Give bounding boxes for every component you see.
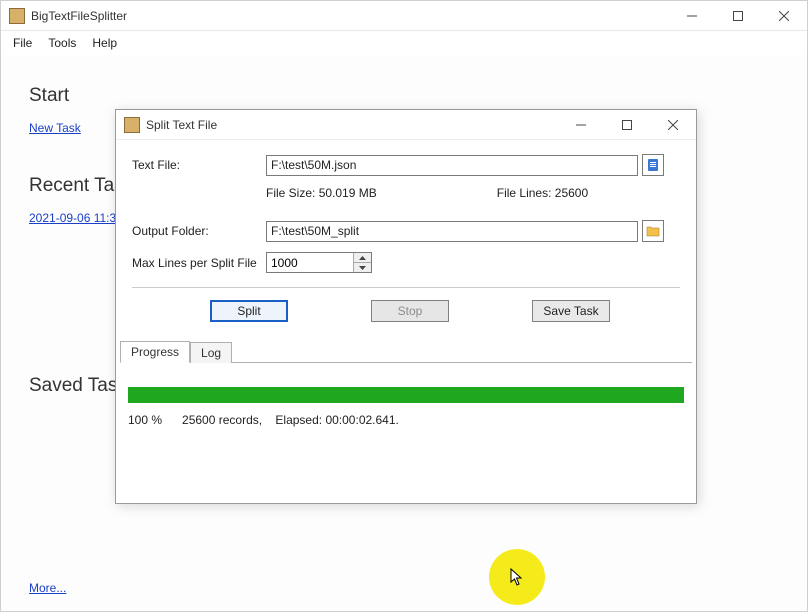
close-icon	[668, 120, 678, 130]
dialog-maximize-button[interactable]	[604, 110, 650, 140]
button-row: Split Stop Save Task	[132, 300, 680, 330]
file-size-info: File Size: 50.019 MB	[266, 186, 377, 200]
progress-status: 100 % 25600 records, Elapsed: 00:00:02.6…	[128, 413, 684, 427]
tab-area: Progress Log 100 % 25600 records, Elapse…	[116, 340, 696, 503]
text-file-row: Text File:	[132, 154, 680, 176]
split-dialog: Split Text File Text File:	[115, 109, 697, 504]
folder-icon	[646, 225, 660, 237]
dialog-title: Split Text File	[146, 118, 217, 132]
close-icon	[779, 11, 789, 21]
menu-file[interactable]: File	[5, 34, 40, 52]
file-lines-info: File Lines: 25600	[497, 186, 588, 200]
dialog-close-button[interactable]	[650, 110, 696, 140]
output-folder-input[interactable]	[266, 221, 638, 242]
dialog-minimize-button[interactable]	[558, 110, 604, 140]
maximize-icon	[733, 11, 743, 21]
menu-tools[interactable]: Tools	[40, 34, 84, 52]
tab-content-progress: 100 % 25600 records, Elapsed: 00:00:02.6…	[120, 362, 692, 493]
spinner-buttons	[353, 253, 371, 272]
dialog-body: Text File: File Size: 50.019 MB File Lin…	[116, 140, 696, 340]
minimize-button[interactable]	[669, 1, 715, 31]
max-lines-spinner	[266, 252, 372, 273]
tab-progress[interactable]: Progress	[120, 341, 190, 363]
main-window-buttons	[669, 1, 807, 31]
maximize-icon	[622, 120, 632, 130]
start-heading: Start	[29, 85, 779, 107]
minimize-icon	[687, 11, 697, 21]
chevron-up-icon	[359, 256, 366, 260]
main-titlebar: BigTextFileSplitter	[1, 1, 807, 31]
dialog-window-buttons	[558, 110, 696, 140]
tab-log[interactable]: Log	[190, 342, 232, 363]
dialog-app-icon	[124, 117, 140, 133]
cursor-icon	[510, 568, 524, 586]
max-lines-input[interactable]	[267, 253, 353, 272]
spinner-down-button[interactable]	[354, 263, 371, 272]
file-info-row: File Size: 50.019 MB File Lines: 25600	[132, 186, 680, 200]
tabs: Progress Log	[120, 340, 692, 362]
save-task-button[interactable]: Save Task	[532, 300, 610, 322]
divider	[132, 287, 680, 288]
output-folder-row: Output Folder:	[132, 220, 680, 242]
browse-file-button[interactable]	[642, 154, 664, 176]
stop-button[interactable]: Stop	[371, 300, 449, 322]
close-button[interactable]	[761, 1, 807, 31]
menu-help[interactable]: Help	[84, 34, 125, 52]
split-button[interactable]: Split	[210, 300, 288, 322]
new-task-link[interactable]: New Task	[29, 121, 81, 135]
chevron-down-icon	[359, 266, 366, 270]
maximize-button[interactable]	[715, 1, 761, 31]
browse-folder-button[interactable]	[642, 220, 664, 242]
progress-bar	[128, 387, 684, 403]
cursor-highlight	[489, 549, 545, 605]
text-file-input[interactable]	[266, 155, 638, 176]
recent-task-link[interactable]: 2021-09-06 11:3	[29, 211, 116, 225]
app-title: BigTextFileSplitter	[31, 9, 127, 23]
more-link[interactable]: More...	[29, 581, 66, 595]
text-file-label: Text File:	[132, 158, 266, 172]
max-lines-label: Max Lines per Split File	[132, 256, 266, 270]
file-icon	[646, 158, 660, 172]
dialog-titlebar[interactable]: Split Text File	[116, 110, 696, 140]
output-folder-label: Output Folder:	[132, 224, 266, 238]
max-lines-row: Max Lines per Split File	[132, 252, 680, 273]
spinner-up-button[interactable]	[354, 253, 371, 263]
app-icon	[9, 8, 25, 24]
minimize-icon	[576, 120, 586, 130]
menubar: File Tools Help	[1, 31, 807, 55]
